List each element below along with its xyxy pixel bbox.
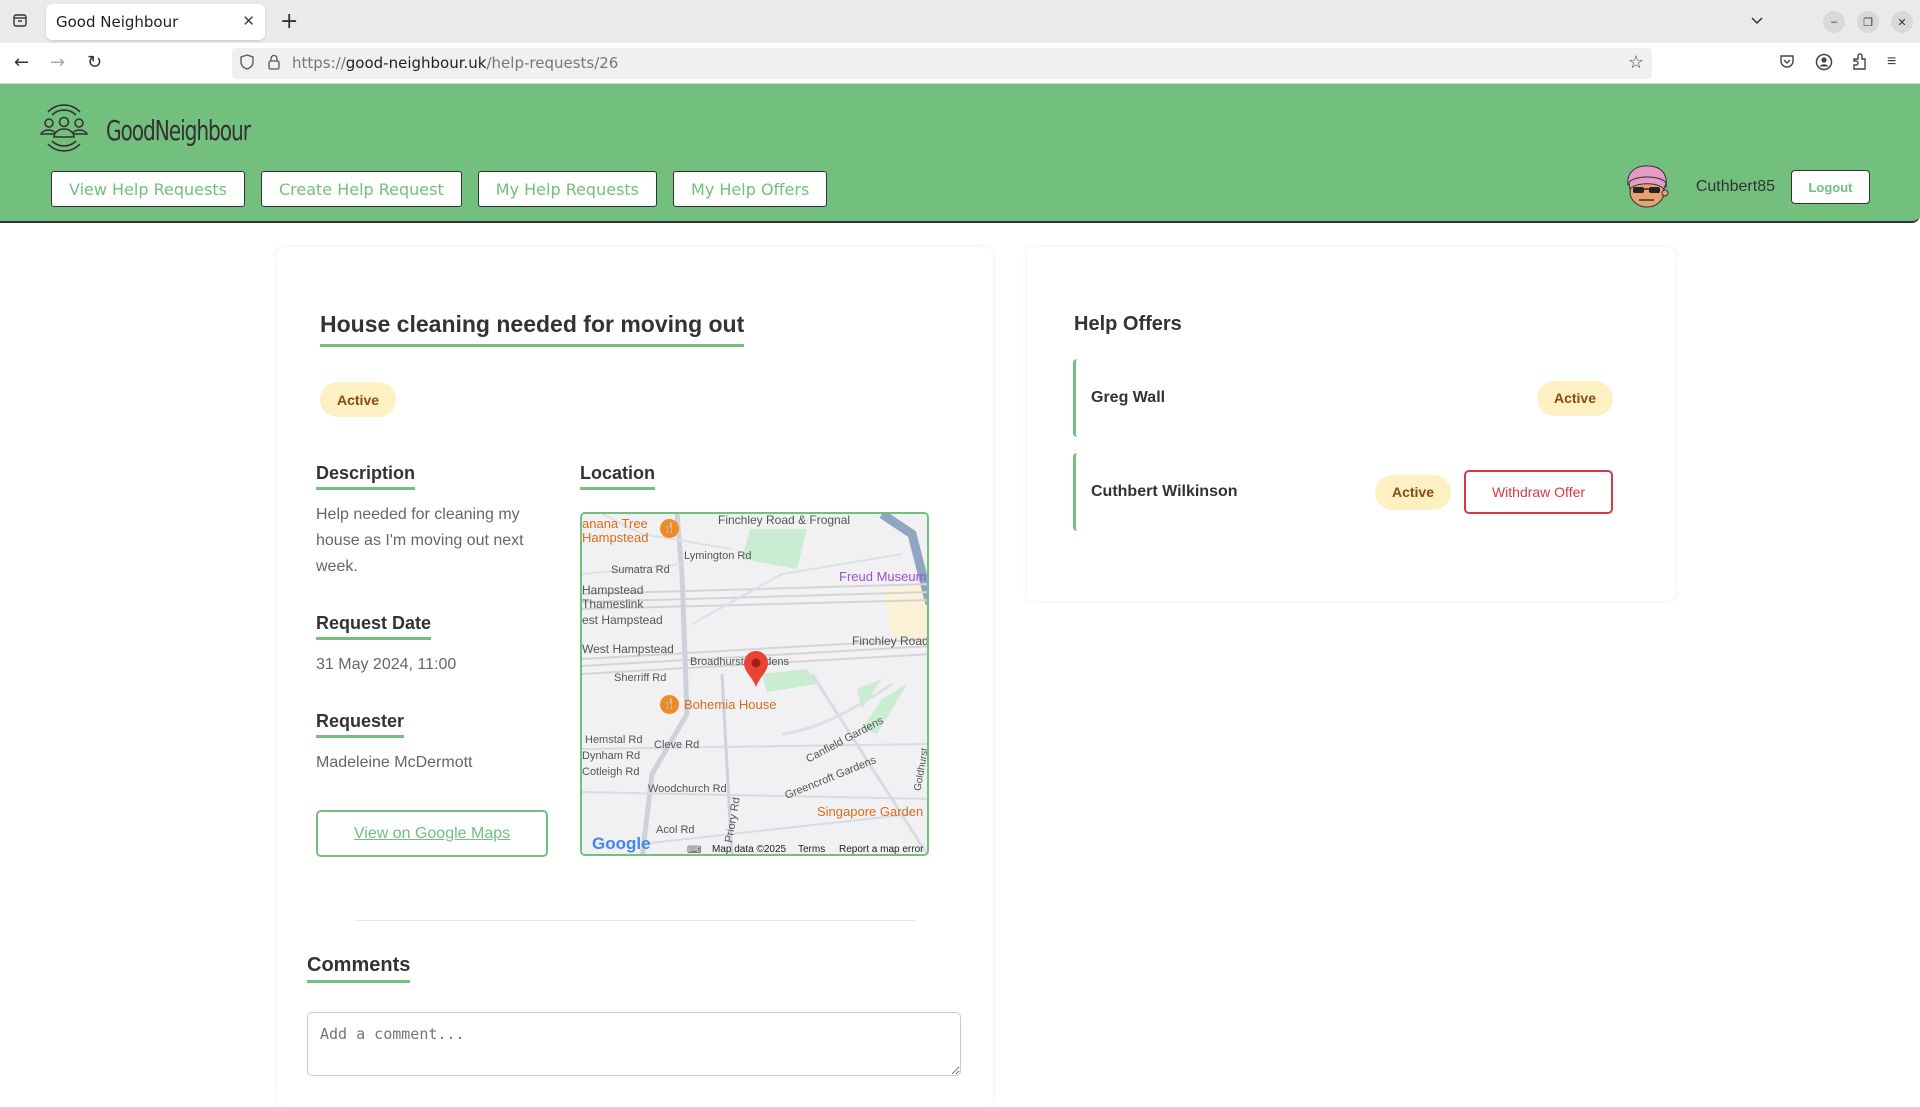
forward-icon[interactable]: → [50,52,65,73]
url-bar[interactable]: https://good-neighbour.uk/help-requests/… [232,48,1652,79]
map-label-bohemia-house: Bohemia House [684,697,777,712]
help-offers-heading: Help Offers [1074,313,1182,335]
request-date-value: 31 May 2024, 11:00 [316,656,457,673]
location-map[interactable]: anana Tree Hampstead 🍴 Finchley Road & F… [580,512,929,856]
bookmark-star-icon[interactable]: ☆ [1628,52,1644,73]
nav-create-help-request[interactable]: Create Help Request [260,171,462,207]
keyboard-shortcuts-icon[interactable]: ⌨ [687,845,701,854]
map-label-lymington: Lymington Rd [684,550,752,562]
request-status-badge: Active [320,382,397,417]
menu-icon[interactable]: ≡ [1887,53,1896,71]
reload-icon[interactable]: ↻ [87,52,102,73]
map-label-broadhurst: Broadhurst Gardens [690,656,790,668]
window-close-icon[interactable]: ✕ [1891,11,1913,33]
requester-heading: Requester [316,711,405,738]
extensions-icon[interactable] [1852,53,1868,76]
map-label-woodchurch: Woodchurch Rd [648,783,727,795]
withdraw-offer-button[interactable]: Withdraw Offer [1464,470,1613,514]
browser-tab[interactable]: Good Neighbour ✕ [46,4,265,40]
map-label-cotleigh: Cotleigh Rd [582,766,640,778]
map-label-singapore-garden: Singapore Garden [817,804,924,819]
offer-item: Cuthbert Wilkinson Active Withdraw Offer [1073,453,1613,531]
new-tab-icon[interactable]: + [280,9,298,34]
requester-name: Madeleine McDermott [316,754,473,771]
avatar[interactable] [1622,163,1672,211]
tab-title: Good Neighbour [56,13,179,31]
account-icon[interactable] [1815,53,1833,76]
offer-actions: Active Withdraw Offer [1374,470,1613,514]
comments-heading: Comments [307,954,411,983]
restore-icon[interactable]: ❐ [1857,11,1879,33]
offer-helper-name: Greg Wall [1091,389,1166,406]
offer-helper-name: Cuthbert Wilkinson [1091,483,1238,500]
location-heading: Location [580,463,655,490]
logo[interactable]: GoodNeighbour [36,100,306,161]
browser-tab-bar: Good Neighbour ✕ + – ❐ ✕ [0,0,1920,43]
map-data-attribution: Map data ©2025 [712,844,787,855]
location-section: Location [580,463,655,490]
map-label-acol: Acol Rd [656,824,695,836]
map-label-cleve: Cleve Rd [654,739,700,751]
back-icon[interactable]: ← [14,52,29,73]
logo-text: GoodNeighbour [106,114,251,147]
logo-community-icon [36,100,92,161]
description-text: Help needed for cleaning my house as I'm… [316,506,524,575]
view-on-google-maps-button[interactable]: View on Google Maps [316,810,548,857]
map-label-thameslink: Thameslink [582,597,644,611]
map-label-hampstead: Hampstead [582,583,644,597]
map-label-finchley-frognal: Finchley Road & Frognal [718,513,851,527]
map-label-west-hampstead: West Hampstead [582,642,674,656]
description-section: Description Help needed for cleaning my … [316,463,546,580]
map-label-banana-tree: anana Tree [582,516,648,531]
requester-section: Requester Madeleine McDermott [316,711,473,776]
pocket-icon[interactable] [1779,53,1795,74]
map-label-hemstal: Hemstal Rd [585,734,643,746]
offer-item: Greg Wall Active [1073,359,1613,437]
comment-input[interactable] [307,1012,961,1076]
browser-nav-bar: ← → ↻ https://good-neighbour.uk/help-req… [0,43,1920,84]
nav-my-help-requests[interactable]: My Help Requests [477,171,658,207]
help-offers-card: Help Offers Greg Wall Active Cuthbert Wi… [1027,247,1675,601]
restaurant-icon: 🍴 [660,695,679,714]
logout-button[interactable]: Logout [1791,170,1870,204]
request-title: House cleaning needed for moving out [320,311,745,347]
restaurant-icon: 🍴 [660,519,679,538]
map-label-banana-tree-2: Hampstead [582,530,649,545]
username: Cuthbert85 [1695,178,1775,195]
tab-close-icon[interactable]: ✕ [242,12,255,30]
map-label-sherriff: Sherriff Rd [614,672,667,684]
nav-my-help-offers[interactable]: My Help Offers [673,171,828,207]
nav-view-help-requests[interactable]: View Help Requests [51,171,245,207]
offer-actions: Active [1536,380,1613,416]
tab-list-icon[interactable] [8,8,32,32]
shield-icon[interactable] [240,54,254,73]
tab-overflow-chevron-icon[interactable] [1749,12,1765,33]
map-label-sumatra: Sumatra Rd [611,564,670,576]
section-divider [355,920,915,921]
url-path: /help-requests/26 [486,54,619,72]
lock-icon[interactable] [268,54,280,73]
map-terms-link[interactable]: Terms [798,844,825,854]
url-text[interactable]: https://good-neighbour.uk/help-requests/… [292,54,618,72]
map-label-finchley-road: Finchley Road [852,634,929,648]
map-report-error-link[interactable]: Report a map error [839,844,923,854]
request-details-card: House cleaning needed for moving out Act… [277,247,993,1107]
google-logo[interactable]: Google [592,834,651,854]
request-date-section: Request Date 31 May 2024, 11:00 [316,613,456,678]
main-nav: View Help Requests Create Help Request M… [51,171,828,207]
request-date-heading: Request Date [316,613,432,640]
minimize-icon[interactable]: – [1823,11,1845,33]
user-area: Cuthbert85 Logout [1622,163,1870,211]
map-label-west-hampstead-thameslink: est Hampstead [582,613,663,627]
description-heading: Description [316,463,416,490]
url-domain: good-neighbour.uk [345,54,487,72]
app-header: GoodNeighbour View Help Requests Create … [0,84,1920,223]
map-pin-icon [743,650,769,693]
url-prefix: https:// [292,54,346,72]
offer-status-badge: Active [1536,380,1613,416]
map-label-freud-museum: Freud Museum [839,569,927,584]
offer-status-badge: Active [1374,474,1451,510]
map-label-dynham: Dynham Rd [582,750,641,762]
